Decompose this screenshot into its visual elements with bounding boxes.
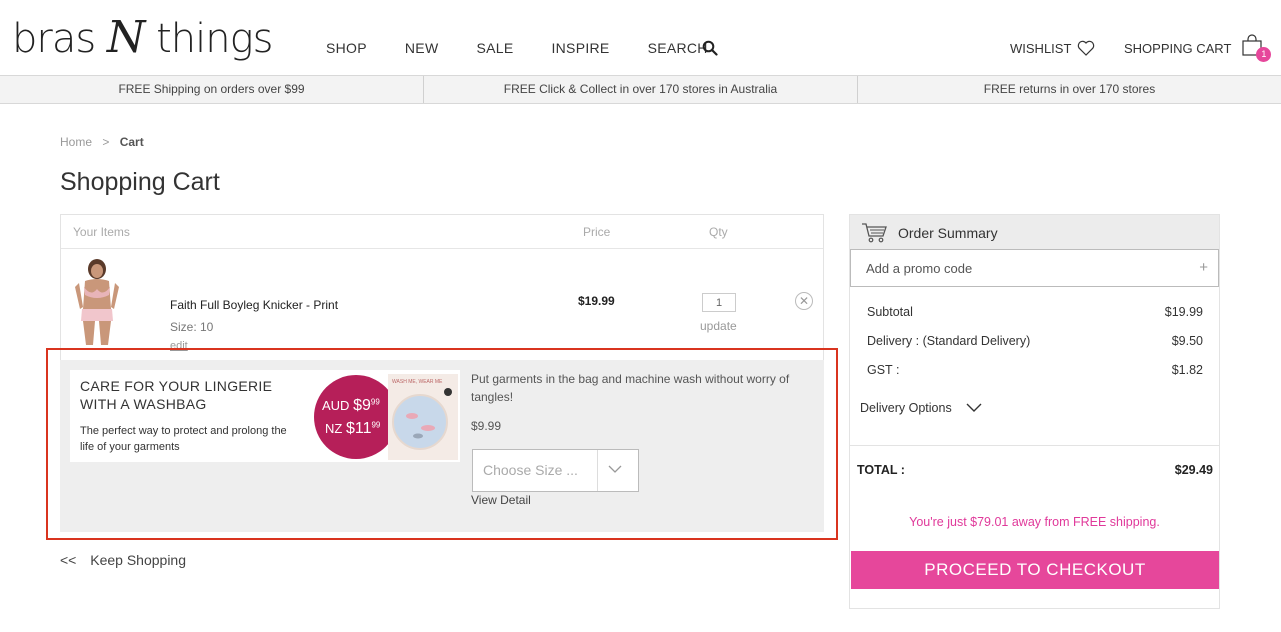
update-quantity-link[interactable]: update (700, 319, 737, 333)
breadcrumb-home[interactable]: Home (60, 135, 92, 149)
gst-value: $1.82 (1171, 363, 1203, 377)
free-shipping-message: You're just $79.01 away from FREE shippi… (909, 515, 1160, 529)
column-header-items: Your Items (73, 225, 130, 239)
nz-price: NZ $1199 (325, 420, 380, 438)
breadcrumb-separator: > (102, 135, 110, 149)
delivery-row: Delivery : (Standard Delivery) $9.50 (867, 334, 1203, 348)
total-value: $29.49 (1174, 463, 1213, 477)
promo-click-collect: FREE Click & Collect in over 170 stores … (424, 76, 858, 103)
product-image[interactable] (67, 257, 125, 345)
nav-shop[interactable]: SHOP (326, 40, 367, 56)
search-icon[interactable] (702, 40, 718, 56)
nz-amount: $11 (345, 420, 372, 437)
nav-new[interactable]: NEW (405, 40, 439, 56)
keep-shopping-label: Keep Shopping (90, 552, 187, 568)
page-title: Shopping Cart (60, 168, 220, 196)
order-summary-title: Order Summary (898, 225, 998, 241)
subtotal-label: Subtotal (867, 305, 913, 319)
breadcrumb-current: Cart (119, 135, 144, 149)
cart-count-badge: 1 (1256, 47, 1272, 62)
upsell-price: $9.99 (471, 419, 502, 433)
logo-text-mid: N (106, 12, 145, 63)
promo-free-shipping: FREE Shipping on orders over $99 (0, 76, 424, 103)
upsell-description: Put garments in the bag and machine wash… (471, 372, 790, 404)
washbag-banner-title: CARE FOR YOUR LINGERIE WITH A WASHBAG (80, 378, 273, 412)
remove-item-close-icon[interactable]: ✕ (795, 292, 813, 310)
column-header-qty: Qty (709, 225, 728, 239)
shopping-cart-link[interactable]: SHOPPING CART 1 (1124, 34, 1272, 62)
order-summary: Order Summary Add a promo code + Subtota… (849, 214, 1220, 609)
nav-inspire[interactable]: INSPIRE (551, 40, 609, 56)
nav-sale[interactable]: SALE (476, 40, 513, 56)
aud-label: AUD (322, 398, 350, 413)
washbag-image-text: WASH ME, WEAR ME (392, 379, 443, 385)
proceed-to-checkout-button[interactable]: PROCEED TO CHECKOUT (851, 551, 1219, 589)
upsell-washbag: CARE FOR YOUR LINGERIE WITH A WASHBAG Th… (60, 360, 824, 532)
cart-table-header: Your Items Price Qty (61, 215, 823, 249)
select-divider (597, 450, 598, 491)
delivery-value: $9.50 (1171, 334, 1203, 348)
keep-shopping-link[interactable]: << Keep Shopping (60, 552, 186, 568)
aud-cents: 99 (370, 397, 380, 407)
promo-code-toggle[interactable]: Add a promo code + (850, 249, 1219, 287)
logo-text-left: bras (12, 16, 96, 62)
order-summary-header: Order Summary (850, 215, 1219, 249)
subtotal-row: Subtotal $19.99 (867, 305, 1203, 319)
nav-search[interactable]: SEARCH (648, 40, 708, 56)
summary-divider (850, 445, 1219, 446)
cart-icon (862, 223, 887, 243)
view-detail-link[interactable]: View Detail (471, 493, 531, 507)
gst-label: GST : (867, 363, 900, 377)
choose-size-placeholder: Choose Size ... (483, 462, 578, 478)
shopping-cart-label: SHOPPING CART (1124, 40, 1232, 56)
cart-item-name[interactable]: Faith Full Boyleg Knicker - Print (170, 298, 338, 312)
aud-amount: $9 (353, 397, 371, 414)
cart-item-row: Faith Full Boyleg Knicker - Print Size: … (61, 249, 823, 352)
chevron-down-icon (608, 465, 622, 473)
nz-label: NZ (325, 421, 343, 436)
cart-item-price: $19.99 (578, 294, 615, 308)
breadcrumb: Home > Cart (60, 135, 144, 149)
promo-free-returns: FREE returns in over 170 stores (983, 82, 1156, 96)
total-row: TOTAL : $29.49 (857, 463, 1213, 477)
chevron-down-icon (966, 403, 982, 412)
cart-item-size: Size: 10 (170, 320, 214, 334)
washbag-banner[interactable]: CARE FOR YOUR LINGERIE WITH A WASHBAG Th… (70, 370, 460, 462)
quantity-input[interactable] (702, 293, 736, 312)
logo-text-right: things (156, 16, 273, 62)
gst-row: GST : $1.82 (867, 363, 1203, 377)
promo-strip: FREE Shipping on orders over $99 FREE Cl… (0, 76, 1281, 104)
subtotal-value: $19.99 (1164, 305, 1203, 319)
wishlist-link[interactable]: WISHLIST (1010, 40, 1095, 56)
plus-icon: + (1199, 259, 1208, 276)
delivery-options-label: Delivery Options (860, 401, 952, 415)
wishlist-label: WISHLIST (1010, 40, 1072, 56)
choose-size-select[interactable]: Choose Size ... (472, 449, 639, 492)
column-header-price: Price (583, 225, 611, 239)
nz-cents: 99 (371, 420, 381, 430)
back-arrows-icon: << (60, 552, 77, 568)
main-nav: SHOP NEW SALE INSPIRE SEARCH (326, 40, 708, 56)
price-badge: AUD $999 NZ $1199 (314, 375, 398, 459)
aud-price: AUD $999 (322, 397, 380, 415)
shopping-bag-icon: 1 (1241, 34, 1272, 62)
delivery-options-toggle[interactable]: Delivery Options (860, 401, 982, 415)
site-header: bras N things SHOP NEW SALE INSPIRE SEAR… (0, 0, 1281, 76)
heart-icon (1078, 40, 1095, 56)
brand-logo[interactable]: bras N things (12, 12, 273, 63)
washbag-image: WASH ME, WEAR ME (388, 374, 458, 460)
washbag-banner-subtitle: The perfect way to protect and prolong t… (80, 425, 287, 453)
total-label: TOTAL : (857, 463, 905, 477)
delivery-label: Delivery : (Standard Delivery) (867, 334, 1031, 348)
promo-code-label: Add a promo code (866, 261, 973, 276)
